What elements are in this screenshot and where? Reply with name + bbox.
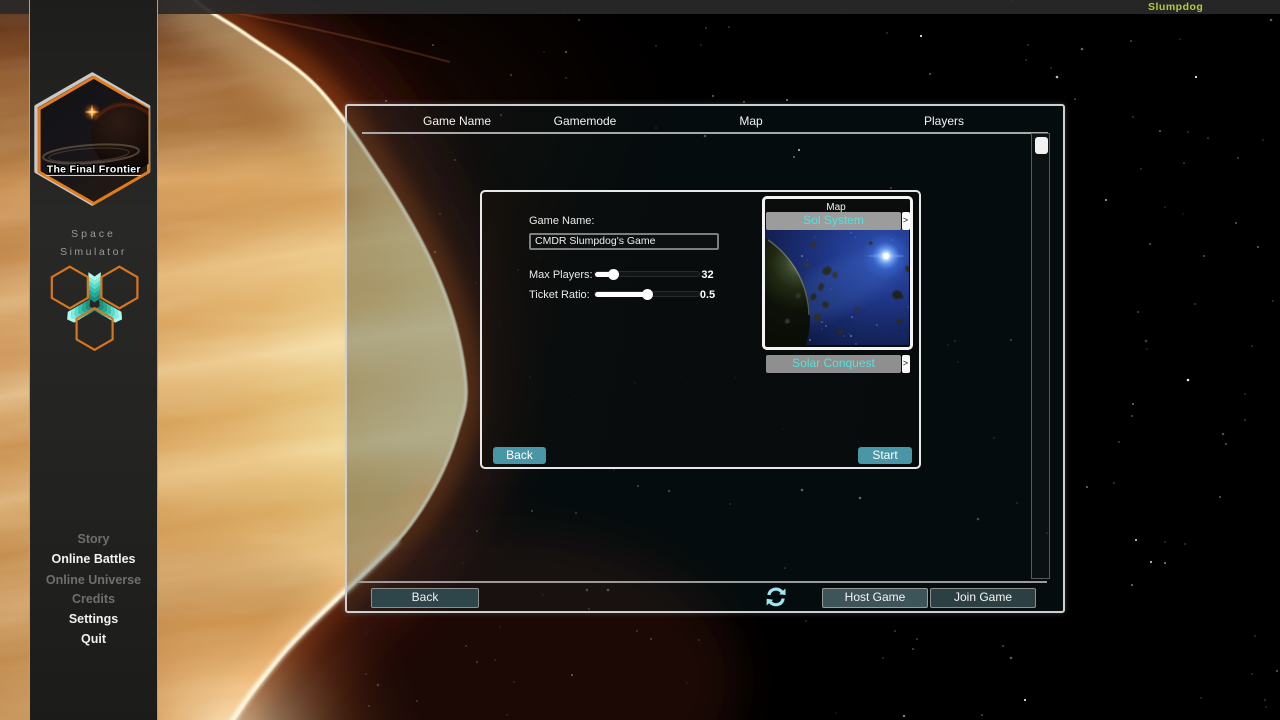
svg-text:The Final Frontier: The Final Frontier [47, 164, 141, 176]
